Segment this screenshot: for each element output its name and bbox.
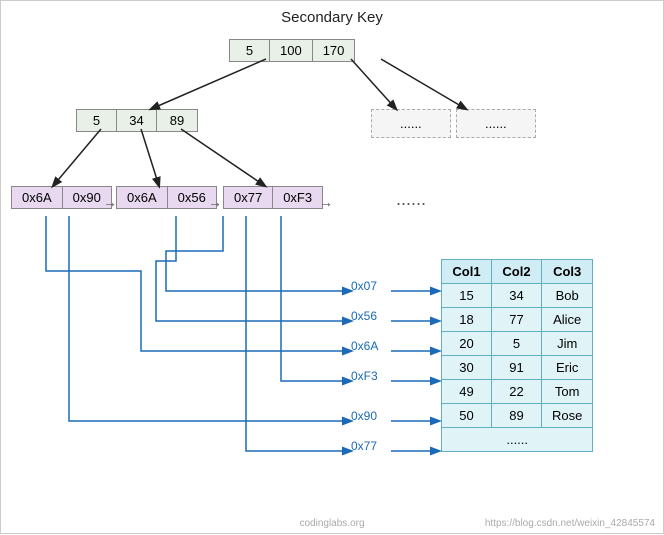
cell: Tom (542, 380, 593, 404)
addr-0x77: 0x77 (351, 439, 377, 453)
root-cell-3: 170 (313, 40, 355, 61)
level2-node-2-bottom: 0x6A 0x56 (116, 186, 217, 209)
center-dots: ...... (396, 189, 426, 210)
root-cell-2: 100 (270, 40, 313, 61)
arrow-2: → (208, 194, 222, 210)
col-header-2: Col2 (492, 260, 542, 284)
root-node: 5 100 170 (229, 39, 355, 62)
cell: 20 (442, 332, 492, 356)
cell: 15 (442, 284, 492, 308)
l1-cell-1: 5 (77, 110, 117, 131)
data-table: Col1 Col2 Col3 15 34 Bob 18 77 Alice 20 … (441, 259, 593, 452)
watermark-url: https://blog.csdn.net/weixin_42845574 (485, 518, 655, 529)
dashed-cell-2: ...... (475, 113, 517, 134)
cell: 18 (442, 308, 492, 332)
cell: Bob (542, 284, 593, 308)
col-header-1: Col1 (442, 260, 492, 284)
watermark-site: codinglabs.org (299, 518, 364, 529)
level1-node: 5 34 89 (76, 109, 198, 132)
cell: 22 (492, 380, 542, 404)
addr-0x56: 0x56 (351, 309, 377, 323)
l2n3-sub-1: 0x77 (224, 187, 273, 208)
table-footer: ...... (442, 428, 593, 452)
page-title: Secondary Key (1, 1, 663, 26)
dashed-node-2: ...... (456, 109, 536, 138)
level2-node-3-bottom: 0x77 0xF3 (223, 186, 323, 209)
cell: 30 (442, 356, 492, 380)
cell: 5 (492, 332, 542, 356)
l1-cell-3: 89 (157, 110, 197, 131)
addr-0x07: 0x07 (351, 279, 377, 293)
addr-0x90: 0x90 (351, 409, 377, 423)
cell: Jim (542, 332, 593, 356)
l1-cell-2: 34 (117, 110, 157, 131)
cell: Rose (542, 404, 593, 428)
l2n3-sub-2: 0xF3 (273, 187, 322, 208)
table-row: 50 89 Rose (442, 404, 593, 428)
cell: 89 (492, 404, 542, 428)
cell: Eric (542, 356, 593, 380)
arrow-3: → (319, 194, 333, 210)
cell: 91 (492, 356, 542, 380)
table-footer-row: ...... (442, 428, 593, 452)
arrow-1: → (103, 194, 117, 210)
table-row: 30 91 Eric (442, 356, 593, 380)
table-row: 15 34 Bob (442, 284, 593, 308)
cell: 77 (492, 308, 542, 332)
addr-0xF3: 0xF3 (351, 369, 378, 383)
col-header-3: Col3 (542, 260, 593, 284)
table-row: 49 22 Tom (442, 380, 593, 404)
cell: 50 (442, 404, 492, 428)
root-cell-1: 5 (230, 40, 270, 61)
cell: Alice (542, 308, 593, 332)
level2-node-1-bottom: 0x6A 0x90 (11, 186, 112, 209)
dashed-cell-1: ...... (390, 113, 432, 134)
table-row: 20 5 Jim (442, 332, 593, 356)
dashed-node-1: ...... (371, 109, 451, 138)
cell: 34 (492, 284, 542, 308)
table-row: 18 77 Alice (442, 308, 593, 332)
l2n2-sub-1: 0x6A (117, 187, 168, 208)
cell: 49 (442, 380, 492, 404)
l2n1-sub-1: 0x6A (12, 187, 63, 208)
addr-0x6A: 0x6A (351, 339, 378, 353)
